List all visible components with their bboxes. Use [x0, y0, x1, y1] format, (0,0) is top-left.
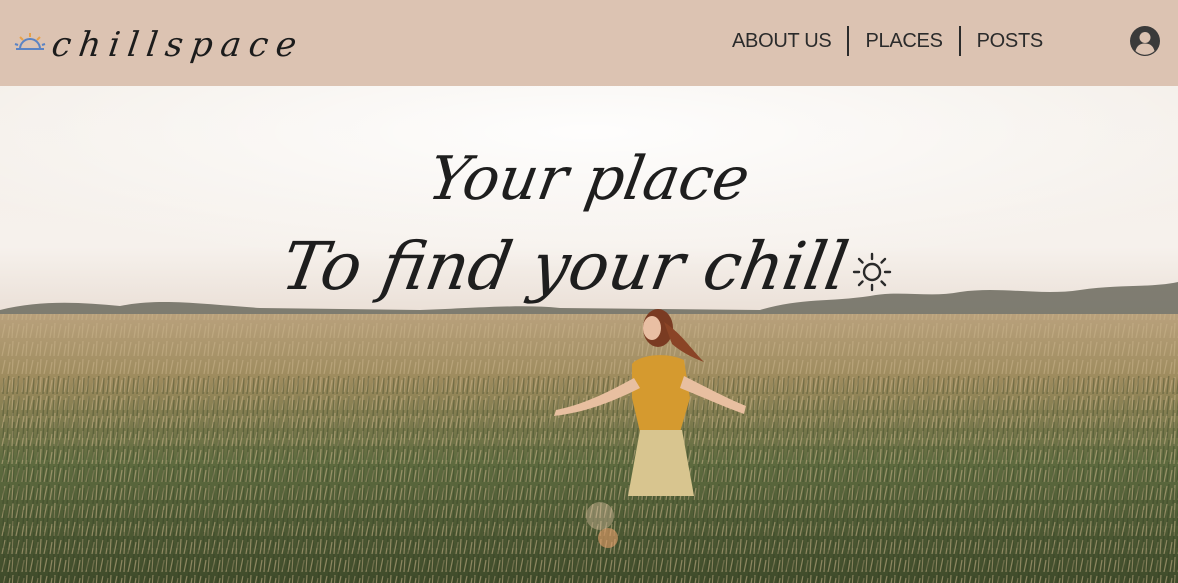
site-header: chillspace ABOUT US PLACES POSTS — [0, 0, 1178, 86]
hero-section: Your place To find your chill — [0, 86, 1178, 583]
hero-heading: Your place To find your chill — [0, 86, 1178, 583]
nav-posts[interactable]: POSTS — [961, 26, 1059, 56]
hero-line-2-text: To find your chill — [276, 228, 854, 305]
sun-icon — [852, 252, 892, 292]
main-nav: ABOUT US PLACES POSTS — [716, 26, 1059, 56]
logo[interactable]: chillspace — [14, 14, 308, 76]
user-circle-icon[interactable] — [1129, 25, 1161, 57]
nav-about-us[interactable]: ABOUT US — [716, 26, 847, 56]
logo-text: chillspace — [49, 25, 308, 65]
hero-line-1: Your place — [423, 144, 755, 214]
hero-line-2: To find your chill — [0, 228, 1178, 305]
nav-places[interactable]: PLACES — [849, 26, 958, 56]
sunrise-icon — [14, 33, 46, 50]
